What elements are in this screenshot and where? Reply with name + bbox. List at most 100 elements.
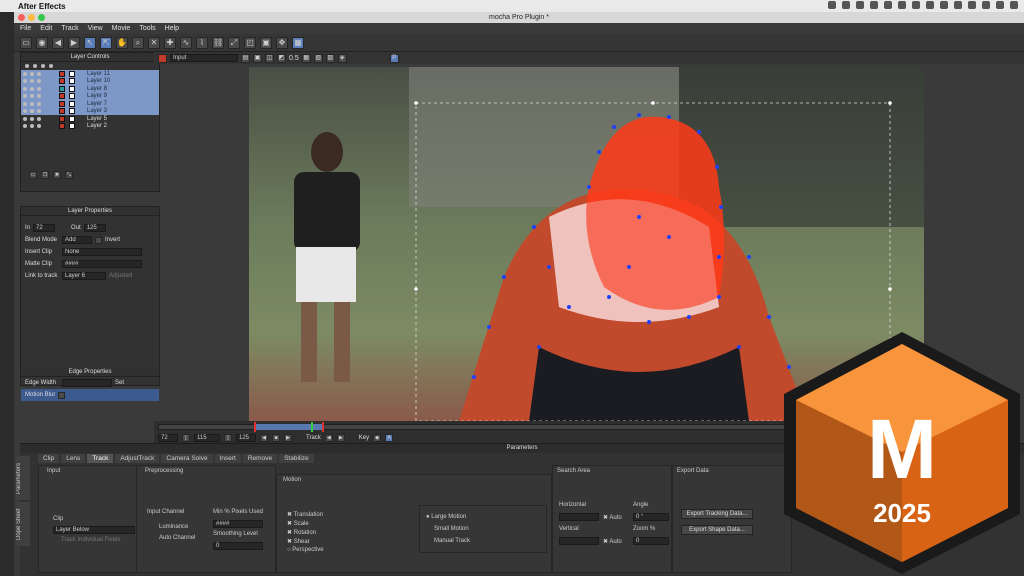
camera-icon[interactable]: ◉ <box>36 36 48 49</box>
link-icon[interactable]: ⛓ <box>212 36 224 49</box>
open-icon[interactable]: ▭ <box>20 36 32 49</box>
matte-toggle-icon[interactable] <box>30 109 34 114</box>
trace-icon[interactable]: ◈ <box>337 53 347 63</box>
set-in-icon[interactable]: [ <box>182 433 190 442</box>
large-motion-radio[interactable]: ● Large Motion <box>426 514 466 520</box>
track-backward-icon[interactable]: ◀ <box>324 433 333 442</box>
tray-icon[interactable] <box>926 1 934 9</box>
tray-icon[interactable] <box>912 1 920 9</box>
layer-row[interactable]: Layer 10 <box>21 77 159 85</box>
layer-row[interactable]: Layer 9 <box>21 92 159 100</box>
horizontal-auto-checkbox[interactable]: ✖ Auto <box>603 514 622 521</box>
zoom-readout[interactable]: 0.5 <box>289 55 299 62</box>
viewer-mode-icon[interactable]: ▤ <box>241 53 250 63</box>
matte-toggle-icon[interactable] <box>30 124 34 129</box>
matte-icon[interactable] <box>33 64 37 68</box>
overlay-icon[interactable]: ▣ <box>253 53 262 63</box>
lock-icon[interactable] <box>41 64 45 68</box>
new-layer-icon[interactable]: ▭ <box>29 171 37 179</box>
merge-icon[interactable]: ⤡ <box>65 171 73 179</box>
auto-channel-radio[interactable]: Auto Channel <box>159 535 195 541</box>
minimize-icon[interactable] <box>28 14 35 21</box>
tab-remove[interactable]: Remove <box>242 454 278 463</box>
export-tracking-data-button[interactable]: Export Tracking Data... <box>681 509 753 519</box>
menu-track[interactable]: Track <box>61 25 78 32</box>
menu-file[interactable]: File <box>20 25 31 32</box>
layer-row[interactable]: Layer 7 <box>21 100 159 108</box>
tray-icon[interactable] <box>940 1 948 9</box>
eye-icon[interactable] <box>23 124 27 129</box>
track-individual-fields-checkbox[interactable]: Track Individual Fields <box>61 537 120 543</box>
layer-row[interactable]: Layer 8 <box>21 85 159 93</box>
select-tool-icon[interactable]: ↖ <box>84 36 96 49</box>
horizontal-field[interactable] <box>559 513 599 521</box>
menu-help[interactable]: Help <box>165 25 179 32</box>
tab-camera-solve[interactable]: Camera Solve <box>161 454 213 463</box>
zoom-icon[interactable] <box>38 14 45 21</box>
eye-icon[interactable] <box>23 94 27 99</box>
bezier-icon[interactable]: ∿ <box>180 36 192 49</box>
visibility-icon[interactable] <box>25 64 29 68</box>
tab-adjusttrack[interactable]: AdjustTrack <box>115 454 160 463</box>
lock-toggle-icon[interactable] <box>37 101 41 106</box>
tab-track[interactable]: Track <box>87 454 114 463</box>
layer-color-swatch[interactable] <box>59 70 65 77</box>
layer-color-swatch[interactable] <box>59 108 65 115</box>
tray-icon[interactable] <box>842 1 850 9</box>
in-out-range[interactable] <box>254 424 324 430</box>
tray-icon[interactable] <box>968 1 976 9</box>
export-shape-data-button[interactable]: Export Shape Data... <box>681 525 753 535</box>
hand-tool-icon[interactable]: ✋ <box>116 36 128 49</box>
layer-row[interactable]: Layer 5 <box>21 115 159 123</box>
invert-checkbox[interactable] <box>95 236 102 244</box>
luminance-radio[interactable]: Luminance <box>159 524 188 530</box>
redo-icon[interactable]: ▶ <box>68 36 80 49</box>
end-frame-field[interactable]: 125 <box>236 433 256 442</box>
eye-icon[interactable] <box>23 116 27 121</box>
planar-icon[interactable]: ▦ <box>301 53 311 63</box>
matte-clip-select[interactable]: #### <box>62 260 142 268</box>
layer-color-swatch[interactable] <box>59 115 65 122</box>
layer-color-swatch[interactable] <box>59 85 65 92</box>
playhead[interactable] <box>311 422 313 432</box>
layer-color-swatch[interactable] <box>59 123 65 130</box>
splines-icon[interactable]: ◩ <box>277 53 286 63</box>
angle-field[interactable]: 0 ° <box>633 513 669 521</box>
vertical-field[interactable] <box>559 537 599 545</box>
stop-icon[interactable]: ■ <box>272 433 280 442</box>
small-motion-radio[interactable]: Small Motion <box>434 526 469 532</box>
menu-movie[interactable]: Movie <box>112 25 131 32</box>
eye-icon[interactable] <box>23 101 27 106</box>
lock-toggle-icon[interactable] <box>37 116 41 121</box>
shear-checkbox[interactable]: ✖ Shear <box>287 538 310 545</box>
surface-icon[interactable]: ▣ <box>260 36 272 49</box>
tray-icon[interactable] <box>1010 1 1018 9</box>
select-all-icon[interactable]: ⇱ <box>100 36 112 49</box>
tray-icon[interactable] <box>856 1 864 9</box>
zoom-tool-icon[interactable]: ⌕ <box>132 36 144 49</box>
undo-icon[interactable]: ◀ <box>52 36 64 49</box>
mattes-icon[interactable]: ◫ <box>265 53 274 63</box>
lock-toggle-icon[interactable] <box>37 71 41 76</box>
layer-color-swatch[interactable] <box>59 78 65 85</box>
side-tab-parameters[interactable]: Parameters <box>16 456 30 500</box>
tray-icon[interactable] <box>898 1 906 9</box>
matte-toggle-icon[interactable] <box>30 86 34 91</box>
zoom-field[interactable]: 0 <box>633 537 669 545</box>
eye-icon[interactable] <box>23 86 27 91</box>
matte-toggle-icon[interactable] <box>30 116 34 121</box>
vertical-auto-checkbox[interactable]: ✖ Auto <box>603 538 622 545</box>
out-point-marker[interactable] <box>322 422 324 432</box>
blend-select[interactable]: Add <box>62 236 92 244</box>
play-forward-icon[interactable]: ▶ <box>284 433 292 442</box>
translation-checkbox[interactable]: ✖ Translation <box>287 511 323 518</box>
in-point-marker[interactable] <box>254 422 256 432</box>
app-name[interactable]: After Effects <box>18 2 66 11</box>
play-backward-icon[interactable]: ◀ <box>260 433 268 442</box>
set-button[interactable]: Set <box>115 380 124 386</box>
trash-icon[interactable]: ✖ <box>53 171 61 179</box>
tray-icon[interactable] <box>870 1 878 9</box>
min-pixels-field[interactable]: #### <box>213 520 263 528</box>
lock-toggle-icon[interactable] <box>37 86 41 91</box>
side-tab-dope-sheet[interactable]: Dope Sheet <box>16 502 30 546</box>
